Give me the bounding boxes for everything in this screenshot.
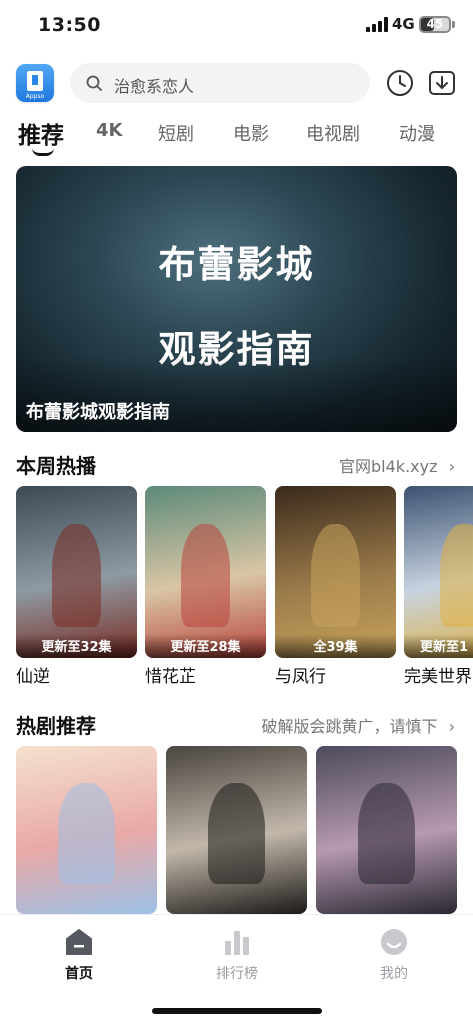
bar-chart-icon <box>225 931 249 955</box>
home-icon <box>66 929 92 955</box>
banner[interactable]: 布蕾影城 观影指南 布蕾影城观影指南 <box>16 166 457 432</box>
nav-label-profile: 我的 <box>380 966 408 982</box>
nav-label-home: 首页 <box>65 966 93 982</box>
status-bar: 13:50 4G 45 <box>0 0 473 50</box>
poster-card[interactable] <box>166 746 307 914</box>
category-tabs: 推荐 4K 短剧 电影 电视剧 动漫 <box>0 114 473 158</box>
search-placeholder: 治愈系恋人 <box>114 77 195 96</box>
poster-title: 仙逆 <box>16 667 50 687</box>
poster-title: 完美世界 <box>404 667 472 687</box>
nav-home[interactable]: 首页 <box>39 927 119 983</box>
tab-4k[interactable]: 4K <box>96 120 122 141</box>
tab-recommend[interactable]: 推荐 <box>18 116 64 150</box>
poster-figure <box>358 782 415 884</box>
section-title-weekly-hot: 本周热播 <box>16 454 96 478</box>
tab-anime[interactable]: 动漫 <box>399 120 435 146</box>
profile-icon <box>381 929 407 955</box>
poster-title: 与凤行 <box>275 667 326 687</box>
signal-icon <box>366 17 388 32</box>
poster-figure <box>311 523 360 628</box>
app-logo-text: Appso <box>25 93 45 100</box>
poster-card[interactable]: 全39集 与凤行 <box>275 486 396 687</box>
banner-caption: 布蕾影城观影指南 <box>26 402 170 423</box>
poster-figure <box>58 782 115 884</box>
banner-line-1: 布蕾影城 <box>158 243 315 286</box>
tab-tv-series[interactable]: 电视剧 <box>306 120 360 146</box>
poster-figure <box>52 523 101 628</box>
poster-figure <box>181 523 230 628</box>
official-site-link: 官网bl4k.xyz <box>339 457 438 476</box>
search-input[interactable]: 治愈系恋人 <box>70 63 370 103</box>
warning-link: 破解版会跳黄广，请慎下 <box>261 717 438 736</box>
download-icon[interactable] <box>428 69 456 97</box>
section-link-weekly-hot[interactable]: 官网bl4k.xyz › <box>339 453 455 477</box>
clock-icon[interactable] <box>386 69 414 97</box>
poster-image: 更新至32集 <box>16 486 137 658</box>
section-link-hot-drama[interactable]: 破解版会跳黄广，请慎下 › <box>261 713 455 737</box>
tab-short-drama[interactable]: 短剧 <box>158 120 194 146</box>
nav-ranking[interactable]: 排行榜 <box>197 927 277 983</box>
nav-profile[interactable]: 我的 <box>354 927 434 983</box>
home-indicator <box>152 1008 322 1014</box>
status-time: 13:50 <box>38 14 101 36</box>
poster-figure <box>440 523 473 628</box>
poster-card[interactable]: 更新至28集 惜花芷 <box>145 486 266 687</box>
poster-figure <box>208 782 265 884</box>
network-type: 4G <box>392 15 415 33</box>
search-icon <box>86 75 102 91</box>
poster-title: 惜花芷 <box>145 667 196 687</box>
episode-badge: 更新至32集 <box>16 634 137 658</box>
app-logo[interactable]: Appso <box>16 64 54 102</box>
poster-card[interactable] <box>316 746 457 914</box>
poster-image: 更新至28集 <box>145 486 266 658</box>
nav-label-ranking: 排行榜 <box>216 966 258 982</box>
poster-card[interactable] <box>16 746 157 914</box>
episode-badge: 更新至28集 <box>145 634 266 658</box>
episode-badge: 更新至1 <box>404 634 473 658</box>
poster-image: 全39集 <box>275 486 396 658</box>
poster-card[interactable]: 更新至1 完美世界 <box>404 486 473 687</box>
battery-level: 45 <box>426 17 444 31</box>
episode-badge: 全39集 <box>275 634 396 658</box>
poster-card[interactable]: 更新至32集 仙逆 <box>16 486 137 687</box>
chevron-right-icon: › <box>448 457 455 476</box>
section-title-hot-drama: 热剧推荐 <box>16 714 96 738</box>
poster-image: 更新至1 <box>404 486 473 658</box>
chevron-right-icon: › <box>448 717 455 736</box>
tab-movie[interactable]: 电影 <box>233 120 269 146</box>
battery-icon: 45 <box>419 16 451 33</box>
